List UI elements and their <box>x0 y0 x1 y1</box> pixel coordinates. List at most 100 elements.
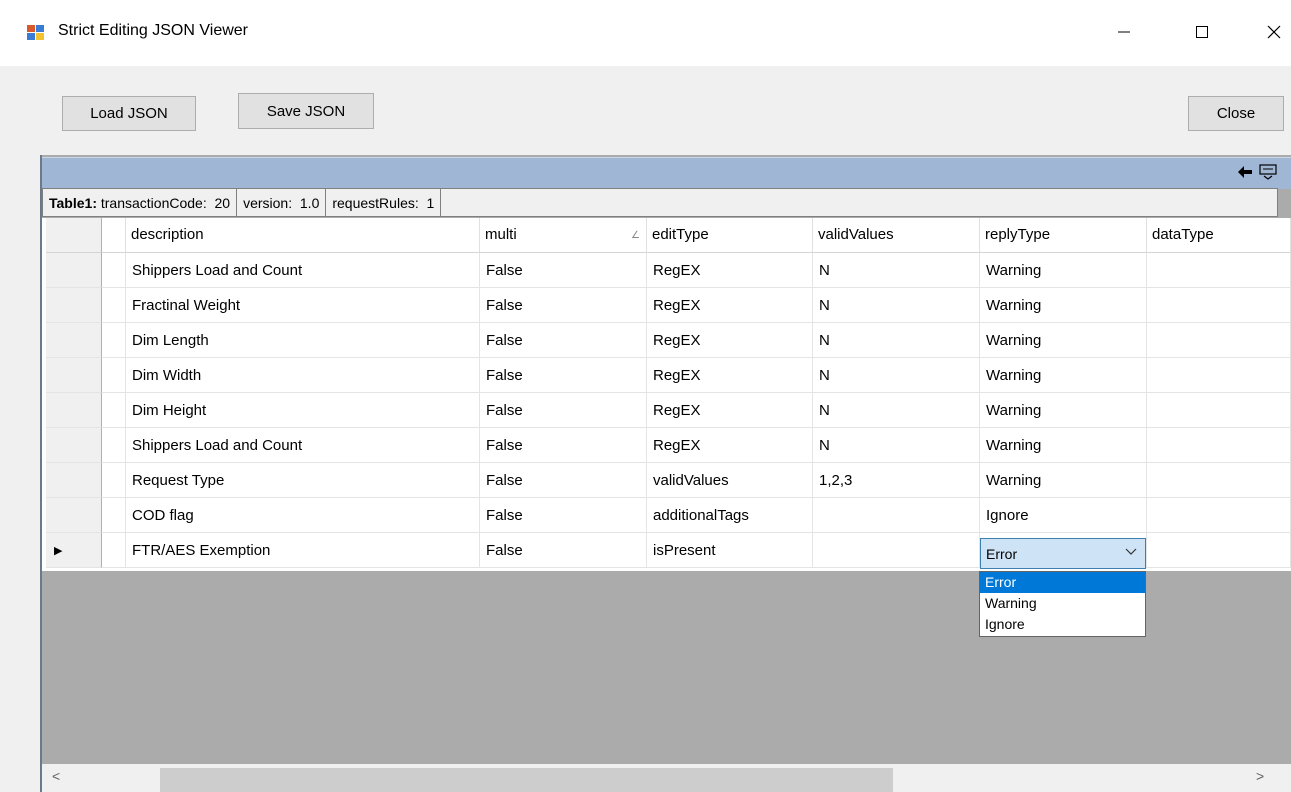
row-blank-cell[interactable] <box>102 393 126 428</box>
row-header[interactable] <box>46 393 102 428</box>
row-blank-cell[interactable] <box>102 323 126 358</box>
column-header-multi[interactable]: multi ∠ <box>480 218 647 253</box>
cell-multi[interactable]: False <box>480 358 647 393</box>
cell-validvalues[interactable]: N <box>813 323 980 358</box>
cell-replytype[interactable]: Ignore <box>980 498 1147 533</box>
back-arrow-icon[interactable] <box>1237 165 1253 183</box>
table-row[interactable]: Dim Width False RegEX N Warning <box>42 358 1291 393</box>
column-header-validvalues[interactable]: validValues <box>813 218 980 253</box>
cell-replytype[interactable]: Warning <box>980 323 1147 358</box>
corner-header[interactable] <box>46 218 102 253</box>
cell-edittype[interactable]: additionalTags <box>647 498 813 533</box>
column-header-blank[interactable] <box>102 218 126 253</box>
cell-replytype[interactable]: Warning <box>980 393 1147 428</box>
cell-datatype[interactable] <box>1147 463 1291 498</box>
cell-edittype[interactable]: isPresent <box>647 533 813 568</box>
minimize-button[interactable] <box>1096 10 1152 54</box>
table-row[interactable]: Request Type False validValues 1,2,3 Warning <box>42 463 1291 498</box>
row-header[interactable] <box>46 323 102 358</box>
cell-validvalues[interactable] <box>813 533 980 568</box>
load-json-button[interactable]: Load JSON <box>62 96 196 131</box>
cell-validvalues[interactable]: N <box>813 358 980 393</box>
cell-datatype[interactable] <box>1147 323 1291 358</box>
cell-replytype[interactable]: Warning <box>980 253 1147 288</box>
row-blank-cell[interactable] <box>102 533 126 568</box>
cell-edittype[interactable]: validValues <box>647 463 813 498</box>
column-header-description[interactable]: description <box>126 218 480 253</box>
cell-multi[interactable]: False <box>480 393 647 428</box>
cell-multi[interactable]: False <box>480 428 647 463</box>
cell-multi[interactable]: False <box>480 533 647 568</box>
cell-replytype[interactable]: Warning <box>980 428 1147 463</box>
dropdown-option-ignore[interactable]: Ignore <box>980 614 1145 635</box>
cell-replytype[interactable]: Warning <box>980 288 1147 323</box>
relations-icon[interactable] <box>1259 164 1277 184</box>
row-blank-cell[interactable] <box>102 428 126 463</box>
cell-validvalues[interactable]: N <box>813 253 980 288</box>
row-header[interactable] <box>46 288 102 323</box>
close-button[interactable]: Close <box>1188 96 1284 131</box>
scroll-right-arrow-icon[interactable]: > <box>1256 768 1264 784</box>
row-header[interactable] <box>46 428 102 463</box>
cell-description[interactable]: Shippers Load and Count <box>126 428 480 463</box>
row-blank-cell[interactable] <box>102 288 126 323</box>
cell-edittype[interactable]: RegEX <box>647 393 813 428</box>
dropdown-option-error[interactable]: Error <box>980 572 1145 593</box>
cell-edittype[interactable]: RegEX <box>647 358 813 393</box>
maximize-button[interactable] <box>1174 10 1230 54</box>
column-header-datatype[interactable]: dataType <box>1147 218 1291 253</box>
horizontal-scrollbar[interactable]: < > <box>42 764 1291 792</box>
dropdown-option-warning[interactable]: Warning <box>980 593 1145 614</box>
row-header[interactable] <box>46 498 102 533</box>
cell-validvalues[interactable]: N <box>813 393 980 428</box>
cell-multi[interactable]: False <box>480 498 647 533</box>
row-header[interactable]: ▶ <box>46 533 102 568</box>
chevron-down-icon[interactable] <box>1125 545 1137 560</box>
cell-multi[interactable]: False <box>480 463 647 498</box>
cell-edittype[interactable]: RegEX <box>647 428 813 463</box>
table-row[interactable]: Shippers Load and Count False RegEX N Warnin… <box>42 428 1291 463</box>
table-row[interactable]: Dim Length False RegEX N Warning <box>42 323 1291 358</box>
cell-validvalues[interactable] <box>813 498 980 533</box>
replytype-dropdown-list[interactable]: Error Warning Ignore <box>979 571 1146 637</box>
row-header[interactable] <box>46 358 102 393</box>
cell-description[interactable]: COD flag <box>126 498 480 533</box>
cell-multi[interactable]: False <box>480 288 647 323</box>
cell-description[interactable]: Dim Height <box>126 393 480 428</box>
scroll-left-arrow-icon[interactable]: < <box>52 768 60 784</box>
cell-validvalues[interactable]: N <box>813 428 980 463</box>
cell-replytype[interactable]: Warning <box>980 358 1147 393</box>
cell-description[interactable]: Dim Length <box>126 323 480 358</box>
cell-validvalues[interactable]: N <box>813 288 980 323</box>
row-blank-cell[interactable] <box>102 498 126 533</box>
row-blank-cell[interactable] <box>102 463 126 498</box>
cell-description[interactable]: Fractinal Weight <box>126 288 480 323</box>
cell-datatype[interactable] <box>1147 288 1291 323</box>
cell-datatype[interactable] <box>1147 498 1291 533</box>
cell-description[interactable]: Request Type <box>126 463 480 498</box>
cell-datatype[interactable] <box>1147 358 1291 393</box>
save-json-button[interactable]: Save JSON <box>238 93 374 129</box>
cell-edittype[interactable]: RegEX <box>647 323 813 358</box>
table-row[interactable]: Shippers Load and Count False RegEX N Warnin… <box>42 253 1291 288</box>
cell-datatype[interactable] <box>1147 393 1291 428</box>
cell-description[interactable]: Dim Width <box>126 358 480 393</box>
table-row[interactable]: Fractinal Weight False RegEX N Warning <box>42 288 1291 323</box>
cell-datatype[interactable] <box>1147 533 1291 568</box>
table-row[interactable]: Dim Height False RegEX N Warning <box>42 393 1291 428</box>
cell-description[interactable]: FTR/AES Exemption <box>126 533 480 568</box>
cell-datatype[interactable] <box>1147 428 1291 463</box>
cell-edittype[interactable]: RegEX <box>647 253 813 288</box>
close-window-button[interactable] <box>1246 10 1291 54</box>
row-blank-cell[interactable] <box>102 253 126 288</box>
table-row[interactable]: COD flag False additionalTags Ignore <box>42 498 1291 533</box>
cell-multi[interactable]: False <box>480 253 647 288</box>
cell-replytype[interactable]: Warning <box>980 463 1147 498</box>
cell-description[interactable]: Shippers Load and Count <box>126 253 480 288</box>
cell-edittype[interactable]: RegEX <box>647 288 813 323</box>
scrollbar-thumb[interactable] <box>160 768 893 792</box>
cell-multi[interactable]: False <box>480 323 647 358</box>
cell-validvalues[interactable]: 1,2,3 <box>813 463 980 498</box>
column-header-replytype[interactable]: replyType <box>980 218 1147 253</box>
replytype-combobox[interactable]: Error <box>980 538 1146 569</box>
